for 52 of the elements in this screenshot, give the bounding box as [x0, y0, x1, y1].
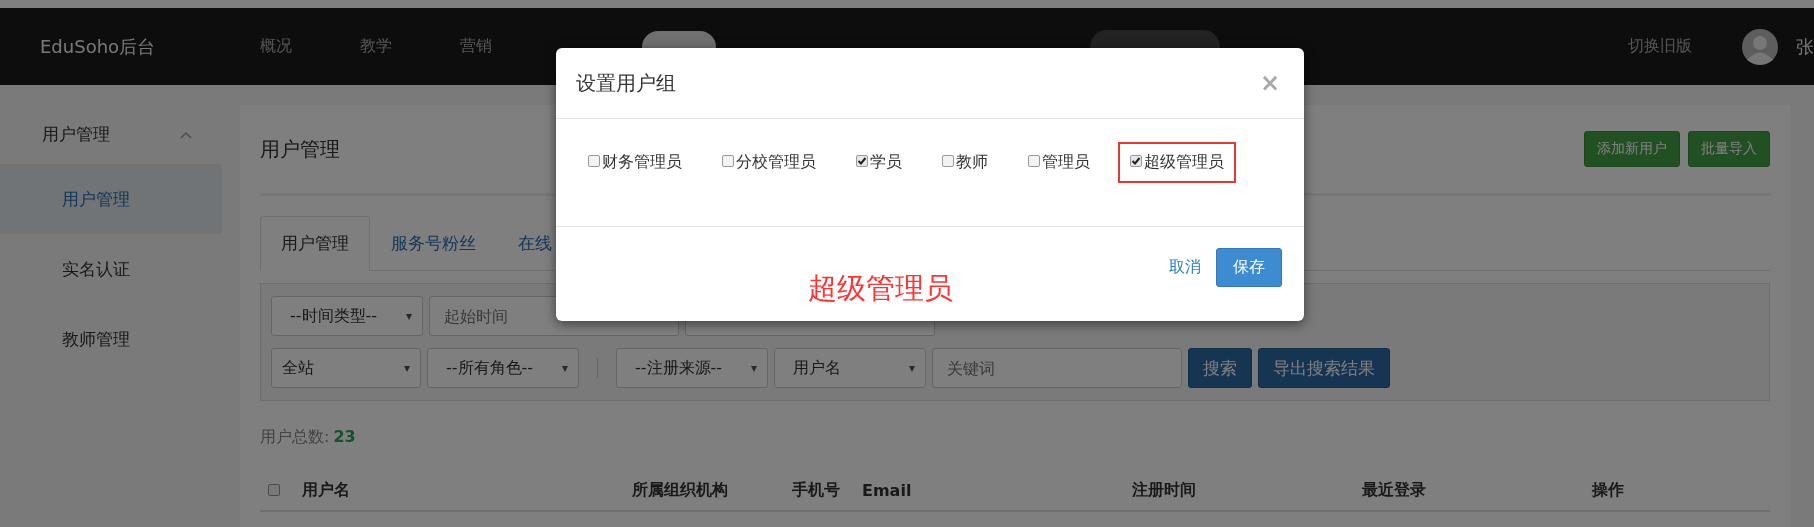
modal-title: 设置用户组	[576, 69, 676, 97]
role-option[interactable]: 学员	[844, 142, 914, 183]
cancel-link[interactable]: 取消	[1169, 257, 1201, 278]
checkbox[interactable]	[1130, 154, 1142, 167]
role-option[interactable]: 管理员	[1016, 142, 1102, 183]
annotation-text: 超级管理员	[808, 270, 953, 307]
role-option[interactable]: 超级管理员	[1118, 142, 1236, 183]
chevron-icon[interactable]	[180, 130, 192, 139]
logo-text[interactable]: EduSoho后台	[40, 34, 240, 59]
search-button[interactable]: 搜索	[1188, 348, 1252, 388]
column-header: 注册时间	[1132, 479, 1197, 501]
sidebar-item[interactable]: 实名认证	[0, 234, 222, 304]
column-header: 最近登录	[1362, 479, 1427, 501]
checkbox[interactable]	[856, 154, 868, 167]
select-field[interactable]: 全站 ▾	[271, 348, 421, 388]
select-all-checkbox[interactable]	[268, 484, 280, 496]
select-field[interactable]: --注册来源-- ▾	[616, 348, 768, 388]
nav-item[interactable]: 教学	[340, 31, 412, 62]
tab[interactable]: 服务号粉丝	[370, 216, 497, 271]
search-button[interactable]: 导出搜索结果	[1258, 348, 1390, 388]
nav-item[interactable]: 营销	[440, 31, 512, 62]
header-button[interactable]: 批量导入	[1688, 131, 1770, 167]
sidebar-group-title[interactable]: 用户管理	[42, 123, 110, 146]
column-header: 所属组织机构	[632, 479, 729, 501]
checkbox[interactable]	[722, 154, 734, 167]
role-option[interactable]: 财务管理员	[576, 142, 694, 183]
user-name[interactable]: 张	[1796, 34, 1814, 59]
column-header: 用户名	[302, 479, 351, 501]
count-value: 23	[333, 427, 356, 446]
nav-item[interactable]: 概况	[240, 31, 312, 62]
role-option[interactable]: 分校管理员	[710, 142, 828, 183]
close-button[interactable]: ×	[1255, 69, 1284, 97]
select-field[interactable]: 用户名 ▾	[774, 348, 926, 388]
tab[interactable]: 用户管理	[260, 216, 370, 271]
column-header: Email	[862, 480, 913, 500]
count-label: 用户总数:	[260, 427, 330, 446]
checkbox[interactable]	[1028, 154, 1040, 167]
select-field[interactable]: --时间类型-- ▾	[271, 296, 423, 336]
input-field[interactable]: 关键词	[932, 348, 1182, 388]
sidebar-item[interactable]: 用户管理	[0, 164, 222, 234]
avatar-icon[interactable]	[1742, 28, 1778, 65]
checkbox[interactable]	[942, 154, 954, 167]
column-header: 操作	[1592, 479, 1624, 501]
checkbox[interactable]	[588, 154, 600, 167]
role-option[interactable]: 教师	[930, 142, 1000, 183]
sidebar-item[interactable]: 教师管理	[0, 304, 222, 374]
switch-version-link[interactable]: 切换旧版	[1628, 36, 1692, 57]
column-header: 手机号	[792, 479, 841, 501]
header-button[interactable]: 添加新用户	[1584, 131, 1680, 167]
save-button[interactable]: 保存	[1216, 248, 1282, 287]
select-field[interactable]: --所有角色-- ▾	[427, 348, 579, 388]
page-title: 用户管理	[260, 135, 340, 163]
